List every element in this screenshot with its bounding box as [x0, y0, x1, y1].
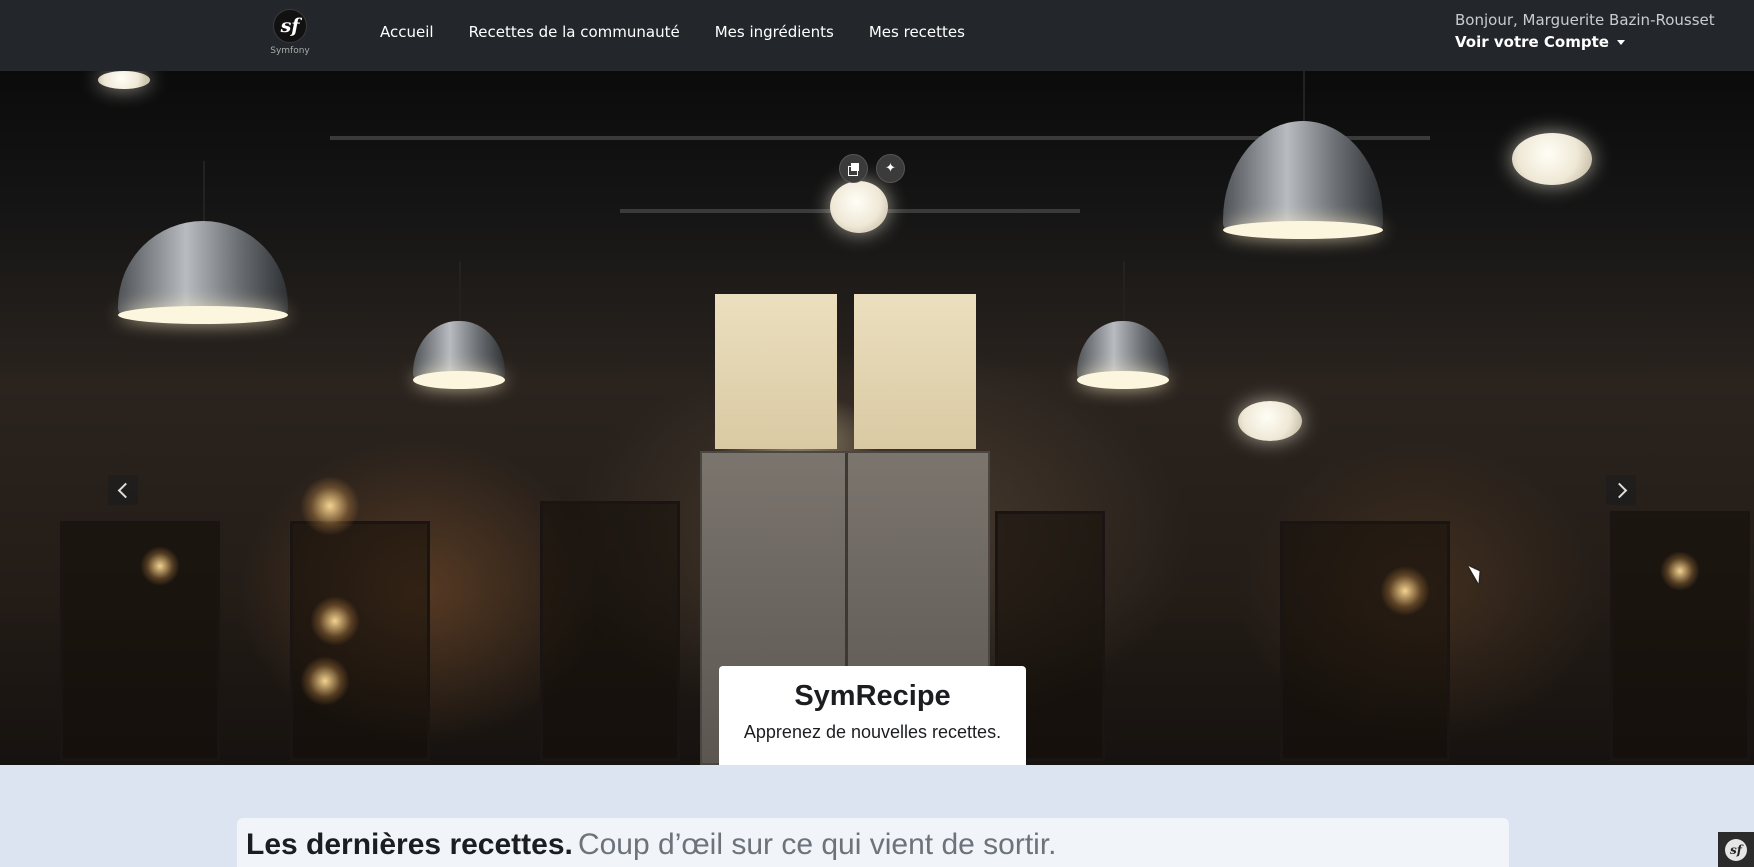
chevron-left-icon [117, 482, 133, 498]
candle-glow [140, 546, 180, 586]
candle-glow [310, 596, 360, 646]
nav-links: Accueil Recettes de la communauté Mes in… [380, 0, 1000, 64]
globe-light [1512, 133, 1592, 185]
carousel-prev-button[interactable] [108, 475, 138, 505]
carousel-caption: SymRecipe Apprenez de nouvelles recettes… [719, 666, 1026, 765]
nav-link-my-ingredients[interactable]: Mes ingrédients [715, 23, 834, 41]
hero-tools: ✦ [839, 154, 905, 183]
latest-recipes-subtitle: Coup d’œil sur ce qui vient de sortir. [577, 828, 1057, 861]
globe-light [98, 71, 150, 89]
pendant-lamp [413, 261, 505, 389]
shelf [1610, 511, 1750, 761]
sparkle-icon: ✦ [885, 161, 896, 176]
nav-link-my-recipes[interactable]: Mes recettes [869, 23, 965, 41]
copy-image-button[interactable] [839, 154, 868, 183]
account-dropdown[interactable]: Voir votre Compte [1455, 33, 1745, 51]
shelf [1280, 521, 1450, 761]
pendant-lamp [118, 161, 288, 324]
candle-glow [300, 476, 360, 536]
candle-glow [1380, 566, 1430, 616]
globe-light [830, 181, 888, 233]
shelf [540, 501, 680, 761]
user-menu: Bonjour, Marguerite Bazin-Rousset Voir v… [1455, 11, 1745, 51]
symfony-logo-icon: sf [273, 9, 307, 43]
symfony-logo-icon: sf [1725, 838, 1747, 861]
window-pane [715, 294, 837, 449]
caption-title: SymRecipe [794, 680, 951, 712]
chevron-right-icon [1611, 482, 1627, 498]
symfony-debug-toolbar-toggle[interactable]: sf [1718, 832, 1754, 867]
mouse-cursor-icon [1468, 562, 1485, 584]
carousel-next-button[interactable] [1606, 475, 1636, 505]
latest-recipes-title: Les dernières recettes. [246, 828, 573, 861]
candle-glow [300, 656, 350, 706]
shelf [60, 521, 220, 761]
shelf [290, 521, 430, 761]
brand-logo[interactable]: sf Symfony [268, 9, 312, 59]
candle-glow [1660, 551, 1700, 591]
nav-link-accueil[interactable]: Accueil [380, 23, 434, 41]
window-pane [854, 294, 976, 449]
globe-light [1238, 401, 1302, 441]
latest-recipes-header: Les dernières recettes. Coup d’œil sur c… [237, 818, 1509, 867]
user-greeting: Bonjour, Marguerite Bazin-Rousset [1455, 11, 1715, 29]
brand-name: Symfony [270, 46, 310, 56]
caret-down-icon [1616, 39, 1625, 45]
hero-carousel: ✦ SymRecipe Apprenez de nouvelles recett… [0, 71, 1754, 765]
nav-link-community-recipes[interactable]: Recettes de la communauté [469, 23, 680, 41]
copy-icon [847, 162, 860, 176]
sparkle-button[interactable]: ✦ [876, 154, 905, 183]
pendant-lamp [1077, 261, 1169, 389]
caption-subtitle: Apprenez de nouvelles recettes. [743, 722, 1002, 742]
account-dropdown-label: Voir votre Compte [1455, 33, 1609, 51]
navbar: sf Symfony Accueil Recettes de la commun… [0, 0, 1754, 71]
pendant-lamp [1223, 71, 1383, 239]
